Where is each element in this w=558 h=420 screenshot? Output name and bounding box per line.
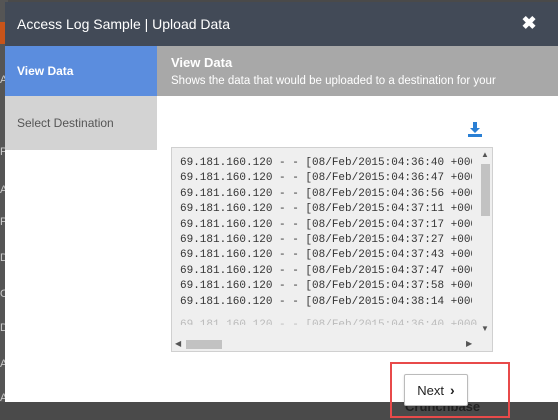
panel-title: View Data: [171, 55, 233, 70]
log-line: 69.181.160.120 - - [08/Feb/2015:04:37:47…: [180, 264, 472, 277]
next-button[interactable]: Next ›: [404, 374, 468, 406]
scroll-right-icon[interactable]: ▶: [466, 339, 472, 349]
log-preview[interactable]: 69.181.160.120 - - [08/Feb/2015:04:36:40…: [171, 147, 493, 352]
log-line: 69.181.160.120 - - [08/Feb/2015:04:37:11…: [180, 203, 472, 216]
close-icon[interactable]: ✖: [520, 14, 538, 32]
dialog-titlebar: Access Log Sample | Upload Data ✖: [5, 2, 558, 46]
vertical-scrollbar[interactable]: ▲ ▼: [478, 148, 492, 338]
log-line: 69.181.160.120 - - [08/Feb/2015:04:37:58…: [180, 280, 472, 293]
panel-header: View Data Shows the data that would be u…: [157, 46, 558, 96]
sidebar-item-view-data[interactable]: View Data: [5, 46, 157, 96]
chevron-right-icon: ›: [450, 382, 455, 398]
log-line: 69.181.160.120 - - [08/Feb/2015:04:37:43…: [180, 249, 472, 262]
log-line: 69.181.160.120 - - [08/Feb/2015:04:36:56…: [180, 187, 472, 200]
next-button-label: Next: [417, 382, 445, 398]
log-line: 69.181.160.120 - - [08/Feb/2015:04:38:14…: [180, 295, 472, 308]
horizontal-scroll-thumb[interactable]: [186, 340, 222, 349]
sidebar-item-label: View Data: [17, 64, 74, 78]
sidebar-item-label: Select Destination: [17, 116, 114, 130]
vertical-scroll-thumb[interactable]: [481, 164, 490, 216]
log-line: 69.181.160.120 - - [08/Feb/2015:04:36:47…: [180, 172, 472, 185]
sidebar-item-select-destination[interactable]: Select Destination: [5, 96, 157, 150]
horizontal-scrollbar[interactable]: ◀ ▶: [172, 337, 480, 351]
upload-data-dialog: Access Log Sample | Upload Data ✖ View D…: [5, 2, 558, 402]
panel-subtitle: Shows the data that would be uploaded to…: [171, 75, 496, 87]
log-line: 69.181.160.120 - - [08/Feb/2015:04:36:40…: [180, 157, 472, 169]
scroll-down-icon[interactable]: ▼: [481, 324, 489, 334]
dialog-title: Access Log Sample | Upload Data: [17, 16, 230, 32]
wizard-sidebar: View Data Select Destination: [5, 46, 157, 402]
log-lines: 69.181.160.120 - - [08/Feb/2015:04:36:40…: [180, 156, 472, 310]
log-line-partial: 69.181.160.120 - - [08/Feb/2015:04:36:40…: [180, 319, 478, 325]
download-icon[interactable]: [466, 120, 484, 138]
main-panel: View Data Shows the data that would be u…: [157, 46, 558, 402]
log-line: 69.181.160.120 - - [08/Feb/2015:04:37:17…: [180, 218, 472, 231]
log-line: 69.181.160.120 - - [08/Feb/2015:04:37:27…: [180, 234, 472, 247]
scroll-up-icon[interactable]: ▲: [481, 150, 489, 160]
scroll-left-icon[interactable]: ◀: [175, 339, 181, 349]
